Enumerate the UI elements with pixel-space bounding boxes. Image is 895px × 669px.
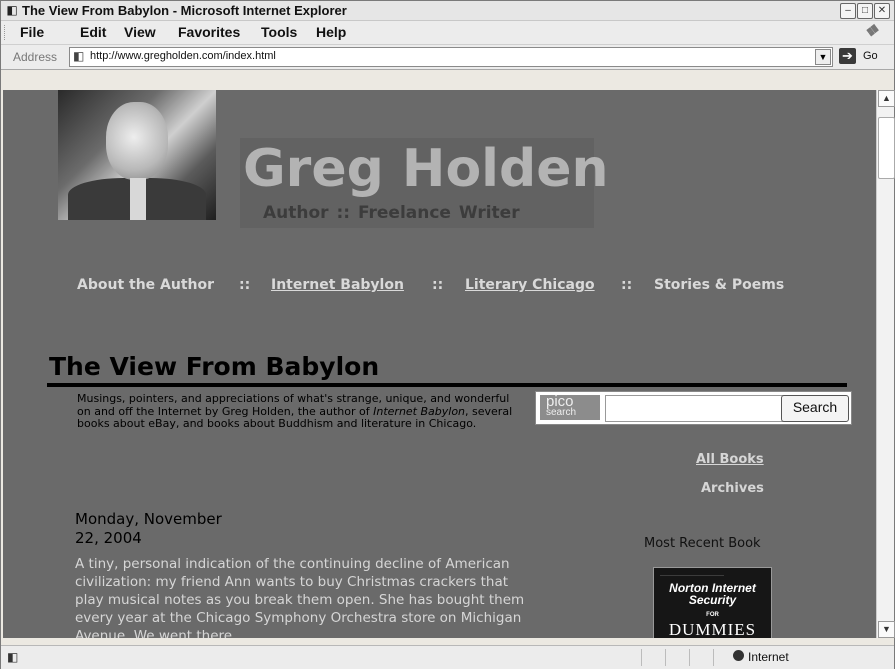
- menu-tools[interactable]: Tools: [261, 24, 297, 40]
- close-button[interactable]: ✕: [874, 3, 890, 19]
- pico-logo-bottom: search: [546, 407, 577, 418]
- pico-search-box: pico search Search: [535, 391, 852, 425]
- address-dropdown-icon[interactable]: ▼: [815, 49, 831, 65]
- browser-window: ◧ The View From Babylon - Microsoft Inte…: [0, 0, 895, 669]
- status-divider: [689, 649, 690, 666]
- minimize-button[interactable]: –: [840, 3, 856, 19]
- nav-internet-babylon[interactable]: Internet Babylon: [271, 277, 404, 293]
- maximize-button[interactable]: □: [857, 3, 873, 19]
- go-arrow-icon[interactable]: ➔: [839, 48, 856, 64]
- post-date-line1: Monday, November: [75, 510, 222, 528]
- nav-stories-poems[interactable]: Stories & Poems: [654, 277, 784, 293]
- book-title-line2: Security: [688, 593, 737, 607]
- status-bar: ◧ Internet: [1, 645, 894, 669]
- book-cover[interactable]: ―――――――――――――――― Norton Internet Security…: [653, 567, 772, 638]
- address-bar: Address ◧ http://www.gregholden.com/inde…: [1, 45, 894, 70]
- page-status-icon: ◧: [7, 650, 19, 664]
- title-rule: [47, 383, 847, 387]
- address-label: Address: [13, 50, 58, 64]
- menu-bar: File Edit View Favorites Tools Help ❖: [1, 21, 894, 45]
- status-divider: [665, 649, 666, 666]
- nav-literary-chicago[interactable]: Literary Chicago: [465, 277, 595, 293]
- page-icon: ◧: [73, 49, 85, 63]
- book-cover-title: Norton Internet Security FOR: [654, 582, 771, 621]
- title-bar: ◧ The View From Babylon - Microsoft Inte…: [1, 1, 894, 21]
- vertical-scrollbar[interactable]: ▲ ▼: [876, 90, 895, 638]
- nav-separator: ::: [239, 277, 251, 293]
- post-date: Monday, November 22, 2004: [75, 510, 222, 548]
- menu-help[interactable]: Help: [316, 24, 346, 40]
- blog-description: Musings, pointers, and appreciations of …: [77, 392, 517, 431]
- internet-zone-icon: [733, 650, 744, 661]
- photo-tie: [130, 178, 146, 220]
- menu-file[interactable]: File: [20, 24, 44, 40]
- status-divider: [641, 649, 642, 666]
- book-cover-blurb: ――――――――――――――――: [660, 572, 724, 577]
- windows-logo-icon: ❖: [864, 23, 879, 40]
- most-recent-book-label: Most Recent Book: [644, 536, 761, 551]
- book-for: FOR: [706, 612, 719, 618]
- blog-title: The View From Babylon: [49, 352, 380, 381]
- nav-separator: ::: [621, 277, 633, 293]
- scroll-up-icon[interactable]: ▲: [878, 90, 895, 107]
- pico-search-logo: pico search: [540, 394, 600, 420]
- post-date-line2: 22, 2004: [75, 529, 142, 547]
- search-input[interactable]: [605, 395, 784, 422]
- menu-favorites[interactable]: Favorites: [178, 24, 240, 40]
- scroll-thumb[interactable]: [878, 117, 895, 179]
- all-books-link[interactable]: All Books: [696, 452, 764, 467]
- photo-face: [106, 102, 168, 180]
- site-name: Greg Holden: [243, 139, 609, 199]
- status-divider: [713, 649, 714, 666]
- archives-link[interactable]: Archives: [701, 481, 764, 496]
- page-content: Greg Holden Author :: Freelance Writer A…: [3, 90, 876, 638]
- menu-view[interactable]: View: [124, 24, 156, 40]
- author-photo: [58, 90, 216, 220]
- post-body: A tiny, personal indication of the conti…: [75, 556, 525, 638]
- menu-edit[interactable]: Edit: [80, 24, 106, 40]
- site-tagline: Author :: Freelance Writer: [263, 203, 520, 223]
- book-cover-brand: DUMMIES: [668, 620, 757, 638]
- address-url[interactable]: http://www.gregholden.com/index.html: [90, 50, 276, 62]
- nav-about-the-author[interactable]: About the Author: [77, 277, 214, 293]
- search-button[interactable]: Search: [781, 395, 849, 422]
- toolbar-grip[interactable]: [4, 25, 7, 40]
- window-title: The View From Babylon - Microsoft Intern…: [22, 3, 347, 18]
- security-zone-label: Internet: [748, 650, 789, 664]
- ie-page-icon: ◧: [6, 3, 18, 17]
- book-title-italic: Internet Babylon: [373, 404, 466, 418]
- go-button[interactable]: Go: [863, 50, 878, 62]
- address-field[interactable]: ◧ http://www.gregholden.com/index.html ▼: [69, 47, 833, 67]
- nav-separator: ::: [432, 277, 444, 293]
- scroll-down-icon[interactable]: ▼: [878, 621, 895, 638]
